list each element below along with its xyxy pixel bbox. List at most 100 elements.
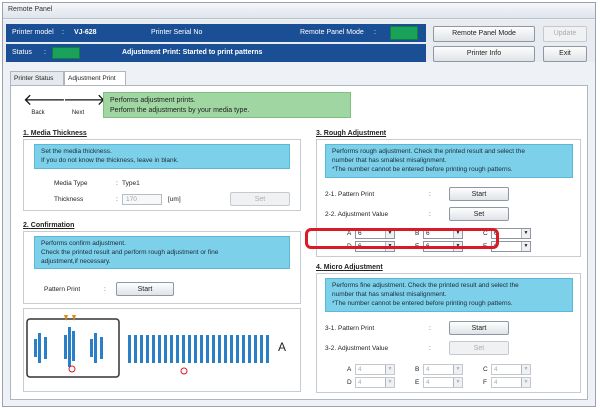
colon: : <box>429 191 431 198</box>
exit-button[interactable]: Exit <box>543 46 587 62</box>
back-button[interactable]: 🡐 Back <box>23 92 66 120</box>
pattern-print-highlight <box>305 228 499 249</box>
select-letter: A <box>347 366 352 373</box>
micro-select-c[interactable]: 4 ▼ <box>491 364 531 375</box>
media-desc: Set the media thickness. If you do not k… <box>34 144 290 169</box>
micro-adjustment-box: Performs fine adjustment. Check the prin… <box>316 273 581 393</box>
section-number: 1. <box>23 130 29 137</box>
chevron-down-icon: ▼ <box>521 242 530 251</box>
info-line: Perform the adjustments by your media ty… <box>110 107 250 114</box>
chevron-down-icon: ▼ <box>453 365 462 374</box>
colon: : <box>429 211 431 218</box>
tab-adjustment-print[interactable]: Adjustment Print <box>64 71 126 86</box>
micro-adjustment-title: 4. Micro Adjustment <box>316 264 383 271</box>
colon: : <box>374 29 376 36</box>
rough-pattern-label: 2-1. Pattern Print <box>325 191 375 198</box>
colon: : <box>116 196 118 203</box>
colon: : <box>104 286 106 293</box>
rough-desc: Performs rough adjustment. Check the pri… <box>325 144 573 178</box>
confirm-start-button[interactable]: Start <box>116 282 174 296</box>
desc-line: Performs fine adjustment. Check the prin… <box>332 282 519 289</box>
select-letter: F <box>483 379 487 386</box>
pattern-letter: A <box>278 340 286 354</box>
status-bar: Status : Adjustment Print: Started to pr… <box>6 44 426 62</box>
section-title: Rough Adjustment <box>323 130 387 137</box>
window-title: Remote Panel <box>3 3 595 19</box>
tab-printer-status[interactable]: Printer Status <box>10 71 64 85</box>
micro-select-a[interactable]: 4 ▼ <box>355 364 395 375</box>
colon: : <box>429 345 431 352</box>
media-thickness-title: 1. Media Thickness <box>23 130 87 137</box>
section-title: Media Thickness <box>30 130 87 137</box>
desc-line: If you do not know the thickness, leave … <box>41 157 179 164</box>
chevron-down-icon: ▼ <box>453 378 462 387</box>
desc-line: adjustment,if necessary. <box>41 258 111 265</box>
micro-set-button[interactable]: Set <box>449 341 509 355</box>
micro-pattern-label: 3-1. Pattern Print <box>325 325 375 332</box>
select-letter: E <box>415 379 420 386</box>
select-value: 4 <box>494 366 498 373</box>
nav-info-box: Performs adjustment prints. Perform the … <box>103 92 351 118</box>
printer-model-label: Printer model <box>12 29 54 36</box>
remote-mode-label: Remote Panel Mode <box>300 29 364 36</box>
update-button[interactable]: Update <box>543 26 587 42</box>
adjustment-print-panel: 🡐 Back 🡒 Next Performs adjustment prints… <box>10 85 588 400</box>
section-title: Micro Adjustment <box>323 264 383 271</box>
confirmation-title: 2. Confirmation <box>23 222 74 229</box>
next-label: Next <box>71 110 85 116</box>
micro-select-b[interactable]: 4 ▼ <box>423 364 463 375</box>
section-number: 4. <box>316 264 322 271</box>
thickness-unit: [um] <box>168 196 181 203</box>
colon: : <box>44 49 46 56</box>
section-title: Confirmation <box>30 222 75 229</box>
status-label: Status <box>12 49 32 56</box>
micro-desc: Performs fine adjustment. Check the prin… <box>325 278 573 312</box>
header-area: Printer model : VJ-628 Printer Serial No… <box>3 20 595 62</box>
rough-start-button[interactable]: Start <box>449 187 509 201</box>
micro-value-label: 3-2. Adjustment Value <box>325 345 389 352</box>
desc-line: number that has smallest misalignment. <box>332 157 447 164</box>
desc-line: number that has smallest misalignment. <box>332 291 447 298</box>
printer-info-button[interactable]: Printer Info <box>433 46 535 62</box>
remote-mode-indicator <box>390 26 418 40</box>
select-letter: C <box>483 366 488 373</box>
media-thickness-box: Set the media thickness. If you do not k… <box>23 139 301 211</box>
printer-info-bar: Printer model : VJ-628 Printer Serial No… <box>6 24 426 42</box>
micro-start-button[interactable]: Start <box>449 321 509 335</box>
serial-label: Printer Serial No <box>151 29 203 36</box>
media-set-button[interactable]: Set <box>230 192 290 206</box>
select-value: 4 <box>426 379 430 386</box>
desc-line: Check the printed result and perform rou… <box>41 249 219 256</box>
section-number: 2. <box>23 222 29 229</box>
pattern-graphic: A <box>26 315 286 378</box>
media-type-label: Media Type <box>54 180 88 187</box>
chevron-down-icon: ▼ <box>521 378 530 387</box>
thickness-input[interactable]: 170 <box>122 194 162 205</box>
thickness-label: Thickness <box>54 196 84 203</box>
status-indicator <box>52 47 80 59</box>
rough-value-label: 2-2. Adjustment Value <box>325 211 389 218</box>
micro-select-d[interactable]: 4 ▼ <box>355 377 395 388</box>
select-value: 4 <box>494 379 498 386</box>
pattern-preview-image: A <box>23 308 301 392</box>
arrow-left-icon: 🡐 <box>23 92 66 109</box>
confirmation-box: Performs confirm adjustment. Check the p… <box>23 231 301 304</box>
select-letter: D <box>347 379 352 386</box>
desc-line: Performs rough adjustment. Check the pri… <box>332 148 525 155</box>
micro-select-f[interactable]: 4 ▼ <box>491 377 531 388</box>
confirm-desc: Performs confirm adjustment. Check the p… <box>34 236 290 269</box>
remote-mode-button[interactable]: Remote Panel Mode <box>433 26 535 42</box>
arrow-right-icon: 🡒 <box>63 92 106 109</box>
select-value: 4 <box>358 379 362 386</box>
info-line: Performs adjustment prints. <box>110 97 196 104</box>
colon: : <box>116 180 118 187</box>
chevron-down-icon: ▼ <box>521 229 530 238</box>
desc-line: *The number cannot be entered before pri… <box>332 166 513 173</box>
rough-adjustment-title: 3. Rough Adjustment <box>316 130 386 137</box>
micro-select-e[interactable]: 4 ▼ <box>423 377 463 388</box>
next-button[interactable]: 🡒 Next <box>63 92 106 120</box>
colon: : <box>429 325 431 332</box>
confirm-pattern-label: Pattern Print <box>44 286 81 293</box>
rough-set-button[interactable]: Set <box>449 207 509 221</box>
section-number: 3. <box>316 130 322 137</box>
